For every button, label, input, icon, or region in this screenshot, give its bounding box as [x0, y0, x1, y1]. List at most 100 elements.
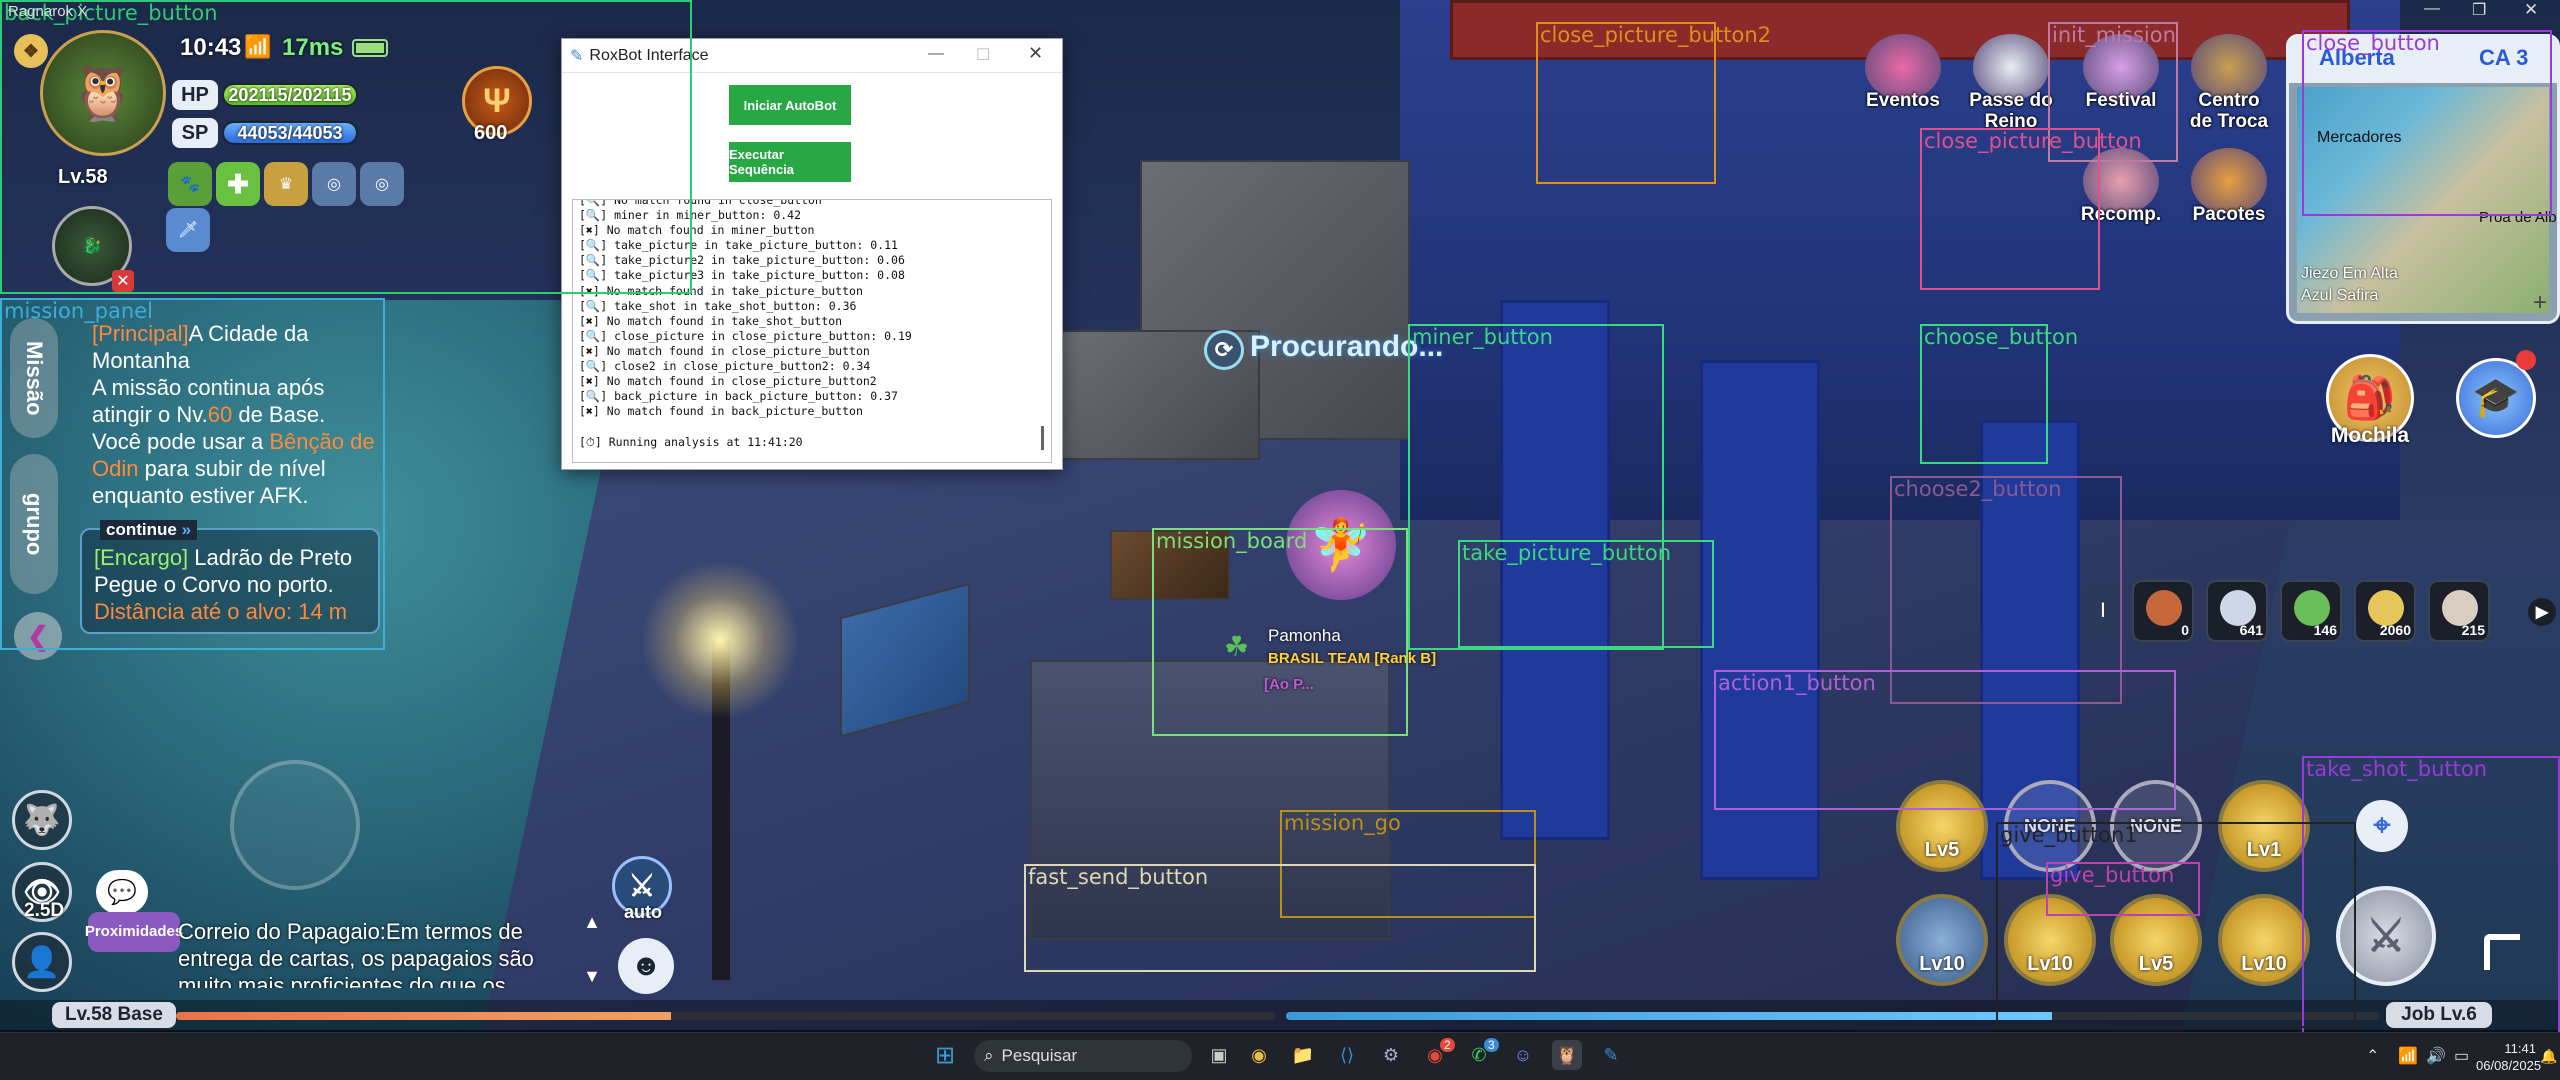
quick-item[interactable]: 2060	[2354, 580, 2416, 642]
log-line: [✖] No match found in back_picture_butto…	[579, 404, 863, 419]
item-icon	[2220, 590, 2256, 626]
taskbar-search[interactable]: ⌕ Pesquisar	[974, 1040, 1192, 1072]
emote-icon[interactable]: ☻	[618, 938, 674, 994]
vscode-icon[interactable]: ⟨⟩	[1332, 1040, 1362, 1070]
menu-events[interactable]: Eventos	[1860, 34, 1946, 111]
chrome-icon[interactable]: ◉	[1244, 1040, 1274, 1070]
restore-game-button[interactable]: ❐	[2472, 0, 2486, 20]
overlay-label: mission_board	[1156, 529, 1308, 553]
log-line: [🔍] close_picture in close_picture_butto…	[579, 328, 912, 343]
overlay-give-button1: give_button1	[1996, 822, 2356, 1028]
overlay-label: give_button1	[2000, 823, 2138, 847]
overlay-take-picture-button: take_picture_button	[1458, 540, 1714, 648]
item-count: 2060	[2379, 622, 2411, 638]
log-line: [✖] No match found in close_picture_butt…	[579, 343, 870, 358]
item-count: 641	[2239, 622, 2263, 638]
menu-label: Pacotes	[2192, 204, 2266, 225]
notification-icon[interactable]: 🔔	[2540, 1048, 2557, 1065]
item-icon	[2442, 590, 2478, 626]
window-title: Ragnarok X	[8, 3, 88, 20]
skill-pose-icon[interactable]: 🐺	[12, 790, 72, 850]
joystick[interactable]	[230, 760, 360, 890]
overlay-label: miner_button	[1412, 325, 1553, 349]
overlay-label: close_button	[2306, 31, 2440, 55]
minimize-button[interactable]: —	[928, 45, 944, 63]
compass-icon: ⟳	[1204, 330, 1244, 370]
minimize-game-button[interactable]: —	[2424, 0, 2440, 18]
item-count: 215	[2461, 622, 2485, 638]
plus-icon[interactable]: +	[2533, 289, 2547, 317]
chevron-down-icon[interactable]: ▼	[578, 962, 606, 990]
overlay-close-picture-button: close_picture_button	[1920, 128, 2142, 290]
overlay-fast-send-button: fast_send_button	[1024, 864, 1536, 972]
overlay-label: give_button	[2050, 863, 2175, 887]
chevron-right-icon[interactable]: ▶	[2528, 598, 2556, 626]
run-sequence-button[interactable]: Executar Sequência	[729, 142, 851, 182]
skill-level: Lv5	[1924, 839, 1960, 861]
zoom-label: 2.5D	[24, 900, 65, 921]
log-line: [🔍] back_picture in back_picture_button:…	[579, 389, 898, 404]
overlay-label: mission_panel	[4, 299, 153, 323]
tray-time: 11:41	[2504, 1041, 2536, 1056]
chat-message: Correio do Papagaio:Em termos de entrega…	[178, 919, 534, 988]
hat-icon[interactable]: 🎓	[2456, 358, 2536, 438]
tray-chevron-icon[interactable]: ⌃	[2366, 1046, 2379, 1066]
tray-clock[interactable]: 11:41 06/08/2025	[2476, 1040, 2541, 1074]
log-line: [✖] No match found in close_picture_butt…	[579, 374, 877, 389]
maximize-button[interactable]: ☐	[976, 45, 990, 65]
overlay-close-button: close_button	[2302, 30, 2552, 216]
item-count: 0	[2181, 622, 2189, 638]
skill-level: Lv10	[1919, 953, 1965, 975]
overlay-label: init_mission	[2052, 23, 2176, 47]
log-line: [🔍] close2 in close_picture_button2: 0.3…	[579, 359, 871, 374]
character-icon[interactable]: 👤	[12, 932, 72, 992]
item-icon	[2368, 590, 2404, 626]
base-exp-bar	[176, 1012, 1276, 1020]
overlay-action1-button: action1_button	[1714, 670, 2176, 810]
close-game-button[interactable]: ✕	[2524, 0, 2538, 20]
chevron-up-icon[interactable]: ▲	[578, 908, 606, 936]
menu-label: Eventos	[1866, 90, 1940, 111]
search-placeholder: Pesquisar	[1001, 1046, 1078, 1065]
close-window-button[interactable]: ✕	[1028, 43, 1043, 64]
item-icon	[2146, 590, 2182, 626]
item-count: 146	[2313, 622, 2337, 638]
windows-start-icon[interactable]: ⊞	[930, 1040, 960, 1070]
roxbot-taskbar-icon[interactable]: ✎	[1596, 1040, 1626, 1070]
log-scrollbar[interactable]	[1041, 426, 1044, 450]
overlay-label: take_picture_button	[1462, 541, 1672, 565]
menu-trade[interactable]: Centro de Troca	[2186, 34, 2272, 132]
quick-item[interactable]: 146	[2280, 580, 2342, 642]
overlay-label: fast_send_button	[1028, 865, 1209, 889]
volume-icon[interactable]: 🔊	[2426, 1046, 2446, 1066]
wifi-tray-icon[interactable]: 📶	[2398, 1046, 2418, 1066]
task-view-icon[interactable]: ▣	[1204, 1040, 1234, 1070]
backpack-label: Mochila	[2330, 424, 2410, 447]
base-level-label: Lv.58 Base	[52, 1002, 176, 1028]
ragnarok-taskbar-icon[interactable]: 🦉	[1552, 1040, 1582, 1070]
quick-item[interactable]: 0	[2132, 580, 2194, 642]
menu-package[interactable]: Pacotes	[2186, 148, 2272, 225]
start-autobot-button[interactable]: Iniciar AutoBot	[729, 85, 851, 125]
chat-channel-proximity[interactable]: Proximidades	[85, 912, 183, 952]
auto-label: auto	[624, 902, 662, 922]
battery-tray-icon[interactable]: ▭	[2454, 1046, 2469, 1066]
quick-item[interactable]: 215	[2428, 580, 2490, 642]
chrome-badge: 2	[1440, 1038, 1455, 1052]
discord-icon[interactable]: ☺	[1508, 1040, 1538, 1070]
settings-icon[interactable]: ⚙	[1376, 1040, 1406, 1070]
quick-item[interactable]: 641	[2206, 580, 2268, 642]
skill-slot[interactable]: Lv10	[1896, 894, 1988, 986]
overlay-back-picture-button: back_picture_button	[0, 0, 692, 294]
log-line: [⏱] Running analysis at 11:41:20	[579, 434, 803, 449]
lamp-glow	[640, 560, 800, 720]
map-label-sea: Jiezo Em Alta	[2301, 265, 2398, 282]
game-screen: ❖ 🦉 Lv.58 10:43 📶 17ms HP 202115/202115 …	[0, 0, 2560, 1080]
overlay-label: action1_button	[1718, 671, 1876, 695]
overlay-choose-button: choose_button	[1920, 324, 2078, 464]
chat-bubble-icon[interactable]: 💬	[96, 870, 148, 914]
menu-pass[interactable]: Passe do Reino	[1968, 34, 2054, 132]
window-titlebar[interactable]: Ragnarok X — ❐ ✕	[0, 0, 2560, 24]
file-explorer-icon[interactable]: 📁	[1288, 1040, 1318, 1070]
